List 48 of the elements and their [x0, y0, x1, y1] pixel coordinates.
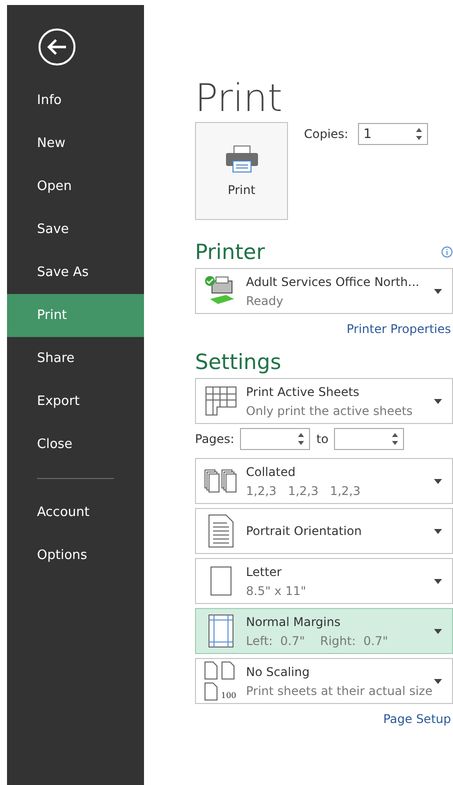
- printer-icon: [224, 145, 258, 173]
- printer-dropdown[interactable]: Adult Services Office North... Ready: [195, 268, 453, 314]
- to-label: to: [316, 432, 328, 446]
- sidebar-item[interactable]: Close: [7, 423, 144, 466]
- portrait-page-icon: [208, 514, 234, 548]
- printer-heading: Printer: [195, 240, 265, 264]
- copies-field[interactable]: 1: [358, 123, 428, 145]
- sidebar-item[interactable]: Print: [7, 294, 144, 337]
- setting-dropdown[interactable]: Collated 1,2,3 1,2,3 1,2,3: [195, 458, 453, 504]
- page-from-field[interactable]: [240, 428, 310, 450]
- copies-label: Copies:: [304, 127, 348, 141]
- sidebar-item[interactable]: Save: [7, 208, 144, 251]
- setting-dropdown[interactable]: Normal Margins Left: 0.7" Right: 0.7": [195, 608, 453, 654]
- dropdown-arrow-icon: [434, 398, 442, 404]
- spin-arrows-icon[interactable]: [391, 432, 400, 446]
- setting-dropdown[interactable]: Letter 8.5" x 11": [195, 558, 453, 604]
- dropdown-arrow-icon: [434, 478, 442, 484]
- settings-heading: Settings: [195, 350, 282, 374]
- sidebar-item[interactable]: Info: [7, 79, 144, 122]
- page-title: Print: [195, 75, 284, 122]
- page-to-field[interactable]: [334, 428, 404, 450]
- spin-arrows-icon[interactable]: [297, 432, 306, 446]
- printer-properties-link[interactable]: Printer Properties: [346, 322, 451, 336]
- dropdown-arrow-icon: [434, 678, 442, 684]
- sidebar-item[interactable]: Account: [7, 491, 144, 534]
- dropdown-arrow-icon: [434, 578, 442, 584]
- sidebar-item[interactable]: Share: [7, 337, 144, 380]
- setting-dropdown[interactable]: Print Active Sheets Only print the active sheets: [195, 378, 453, 424]
- sidebar-item[interactable]: Save As: [7, 251, 144, 294]
- pages-label: Pages:: [195, 432, 234, 446]
- sheet-grid-icon: [205, 386, 237, 416]
- sidebar-item[interactable]: New: [7, 122, 144, 165]
- print-button[interactable]: Print: [195, 122, 288, 220]
- dropdown-arrow-icon: [434, 528, 442, 534]
- scale-percent-label: 100: [221, 691, 236, 700]
- dropdown-arrow-icon: [434, 628, 442, 634]
- spin-arrows-icon[interactable]: [415, 127, 424, 141]
- page-setup-link[interactable]: Page Setup: [383, 712, 451, 726]
- blank-page-icon: [210, 566, 232, 596]
- sidebar-item[interactable]: Export: [7, 380, 144, 423]
- page-margins-icon: [208, 614, 234, 648]
- sidebar-item[interactable]: Options: [7, 534, 144, 577]
- dropdown-arrow-icon: [434, 288, 442, 294]
- setting-dropdown[interactable]: 100 No Scaling Print sheets at their actual size: [195, 658, 453, 704]
- setting-dropdown[interactable]: Portrait Orientation: [195, 508, 453, 554]
- stacked-pages-icon: [204, 469, 238, 493]
- info-icon[interactable]: [441, 246, 453, 258]
- sidebar-item[interactable]: Open: [7, 165, 144, 208]
